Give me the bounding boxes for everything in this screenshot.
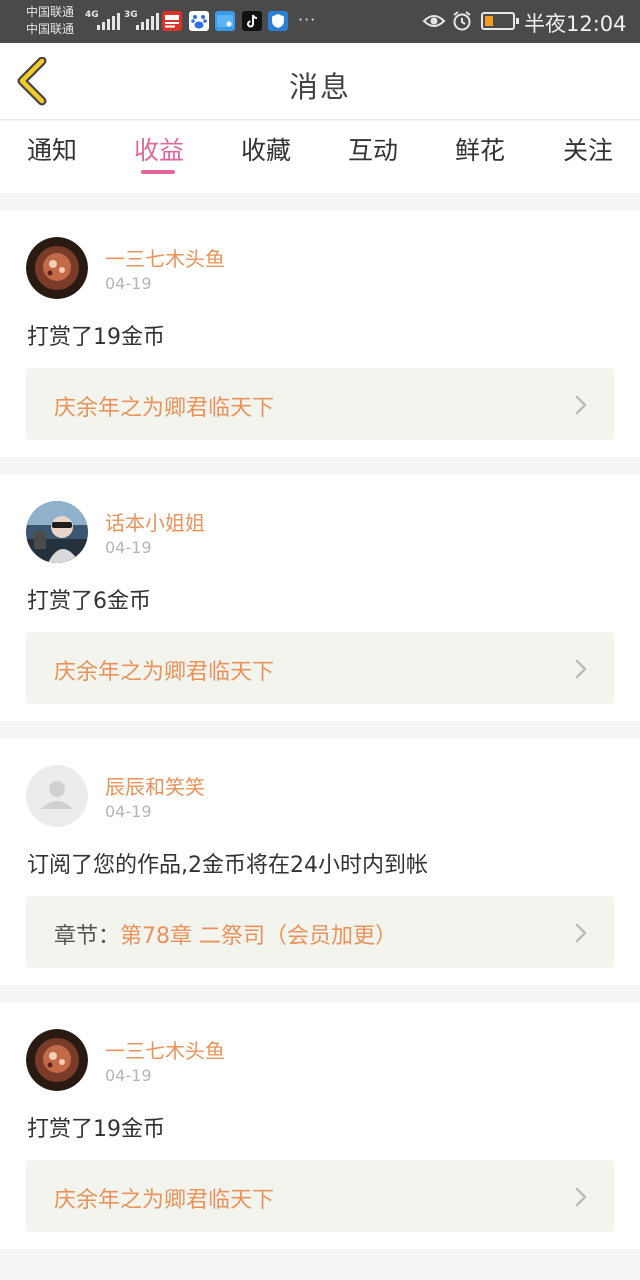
default-avatar[interactable] [26,765,88,827]
link-title: 庆余年之为卿君临天下 [54,660,275,685]
active-tab-indicator [141,170,175,174]
work-link[interactable]: 庆余年之为卿君临天下 [26,632,614,704]
message-text: 订阅了您的作品,2金币将在24小时内到帐 [27,853,428,878]
chevron-right-icon [575,923,587,943]
status-time: 半夜12:04 [524,12,627,36]
battery-icon [481,12,519,30]
work-title: 庆余年之为卿君临天下 [54,654,274,686]
tab-earnings[interactable]: 收益 [109,131,209,167]
sender-username[interactable]: 辰辰和笑笑 [105,771,205,800]
shield-app-icon [268,11,288,31]
work-title: 庆余年之为卿君临天下 [54,390,274,422]
message-date: 04-19 [105,1066,152,1085]
avatar[interactable] [26,237,88,299]
tiktok-icon [242,11,262,31]
carrier-1: 中国联通 [26,5,75,19]
chapter-title: 章节：第78章 二祭司（会员加更） [54,918,397,950]
chevron-right-icon [575,659,587,679]
baidu-icon [189,11,209,31]
work-title: 庆余年之为卿君临天下 [54,1182,274,1214]
tab-bar: 通知 收益 收藏 互动 鲜花 关注 [0,121,640,193]
carrier-info: 中国联通 中国联通 [26,4,74,38]
avatar[interactable] [26,501,88,563]
message-date: 04-19 [105,802,152,821]
message-date: 04-19 [105,538,152,557]
tab-favorites[interactable]: 收藏 [216,131,316,167]
message-text: 打赏了19金币 [27,1117,165,1142]
message-card: 话本小姐姐 04-19 打赏了6金币 庆余年之为卿君临天下 [0,475,640,721]
link-title: 庆余年之为卿君临天下 [54,396,275,421]
chevron-right-icon [575,1187,587,1207]
message-date: 04-19 [105,274,152,293]
chapter-link[interactable]: 章节：第78章 二祭司（会员加更） [26,896,614,968]
tab-notifications[interactable]: 通知 [2,131,102,167]
message-card: 辰辰和笑笑 04-19 订阅了您的作品,2金币将在24小时内到帐 章节：第78章… [0,739,640,985]
carrier-2: 中国联通 [26,22,75,36]
link-title: 庆余年之为卿君临天下 [54,1188,275,1213]
tab-interactions[interactable]: 互动 [323,131,423,167]
link-title: 第78章 二祭司（会员加更） [120,924,398,949]
sender-username[interactable]: 一三七木头鱼 [105,243,225,272]
work-link[interactable]: 庆余年之为卿君临天下 [26,1160,614,1232]
signal-icon-2 [136,13,159,30]
sender-username[interactable]: 一三七木头鱼 [105,1035,225,1064]
sender-username[interactable]: 话本小姐姐 [105,507,205,536]
message-card: 一三七木头鱼 04-19 打赏了19金币 庆余年之为卿君临天下 [0,211,640,457]
alarm-icon [453,11,471,31]
work-link[interactable]: 庆余年之为卿君临天下 [26,368,614,440]
page-title: 消息 [288,70,351,104]
eye-icon [422,15,446,27]
more-notifications-icon: ··· [298,10,317,29]
tab-following[interactable]: 关注 [538,131,638,167]
message-card: 一三七木头鱼 04-19 打赏了19金币 庆余年之为卿君临天下 [0,1003,640,1249]
mail-icon [215,11,235,31]
message-text: 打赏了19金币 [27,325,165,350]
message-text: 打赏了6金币 [27,589,151,614]
status-bar: 中国联通 中国联通 4G 3G ··· 半夜12:04 [0,0,640,43]
navigation-bar: 消息 [0,43,640,120]
link-prefix: 章节： [54,924,121,949]
avatar[interactable] [26,1029,88,1091]
chevron-right-icon [575,395,587,415]
signal-icon-1 [97,13,120,30]
toutiao-icon [162,11,182,31]
tab-flowers[interactable]: 鲜花 [430,131,530,167]
